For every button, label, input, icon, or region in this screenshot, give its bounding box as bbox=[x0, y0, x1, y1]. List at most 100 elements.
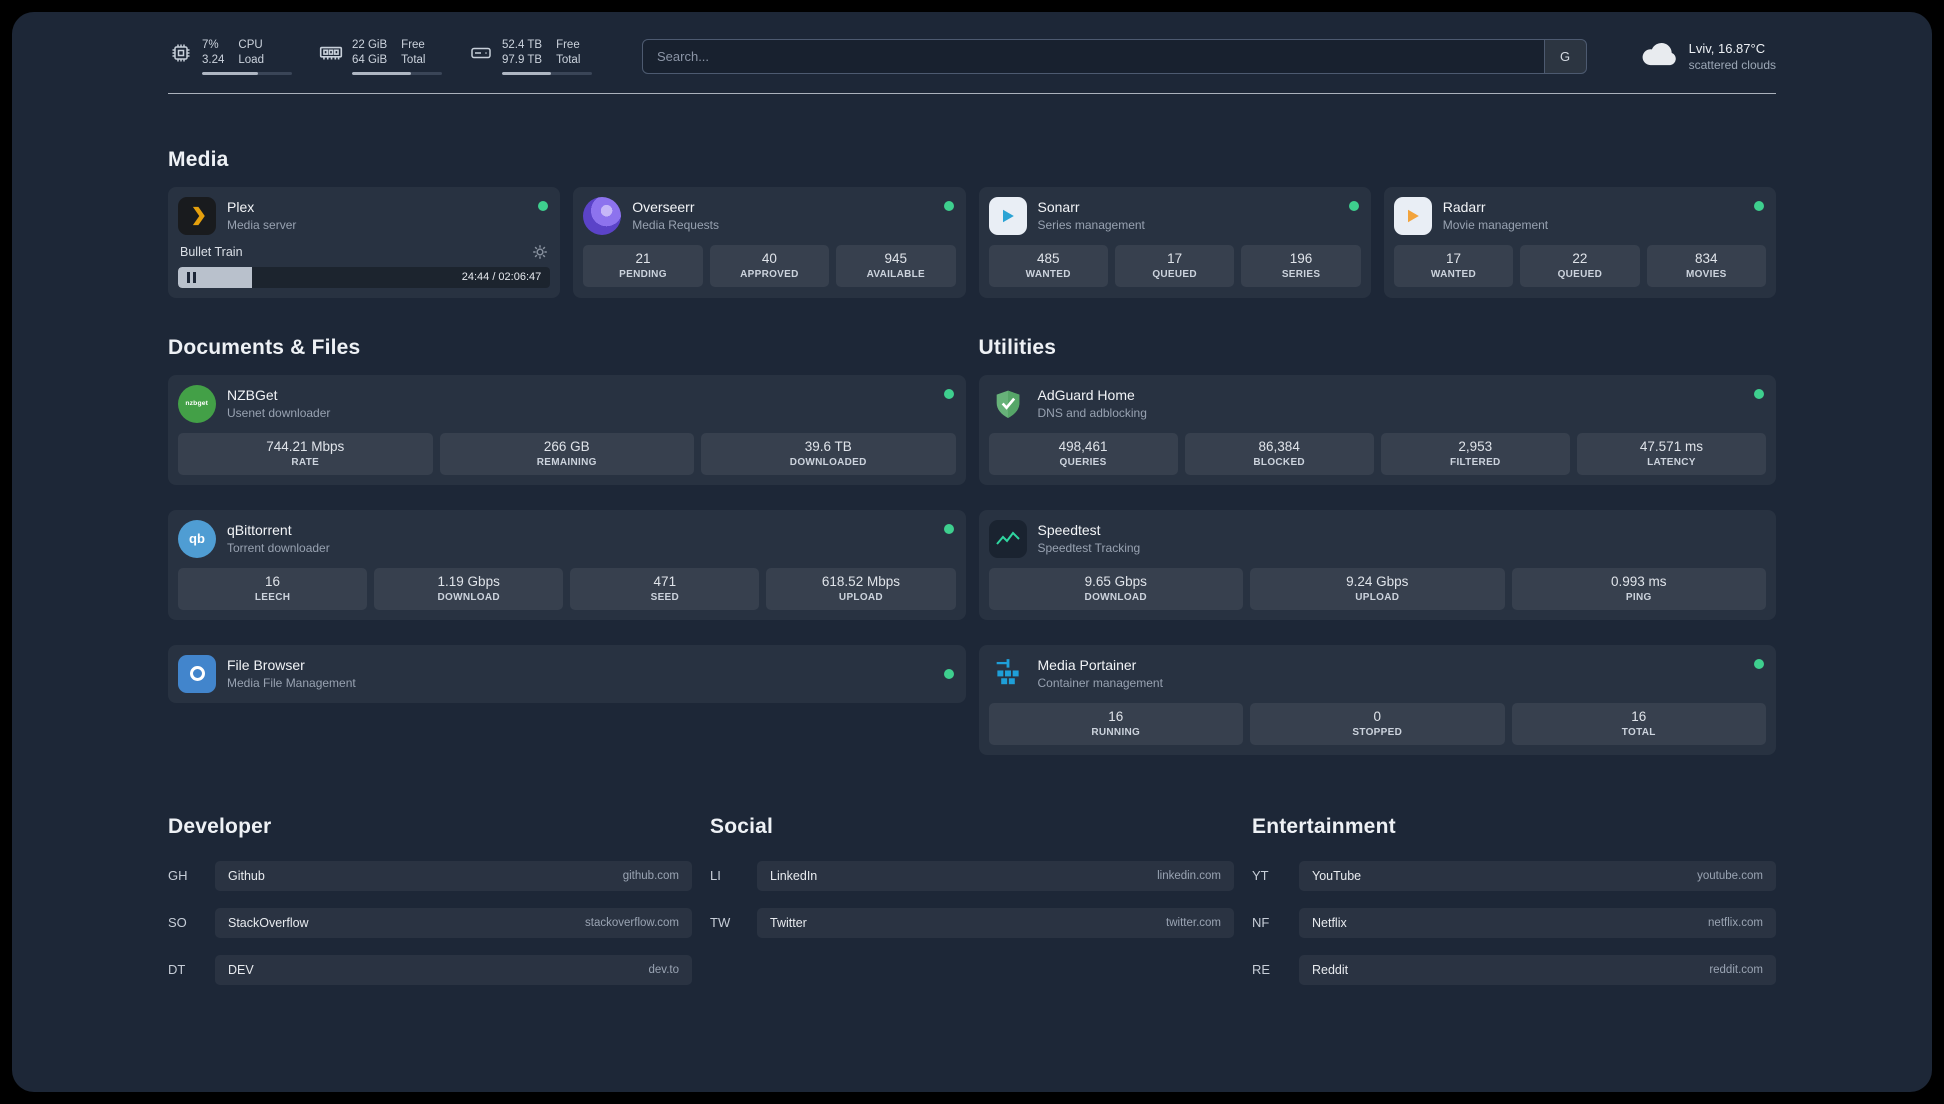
stat-queries: 498,461 QUERIES bbox=[988, 432, 1178, 475]
section-title-documents: Documents & Files bbox=[168, 335, 361, 359]
section-utilities: Utilities AdGuard Home DNS and adblockin… bbox=[978, 336, 1776, 755]
bookmark-url: linkedin.com bbox=[1157, 869, 1221, 882]
memory-icon bbox=[318, 40, 344, 66]
disk-free: 52.4 TB bbox=[502, 39, 543, 51]
bookmark-netflix[interactable]: Netflix netflix.com bbox=[1299, 907, 1776, 938]
bookmark-name: Reddit bbox=[1312, 962, 1349, 977]
bookmark-reddit[interactable]: Reddit reddit.com bbox=[1299, 954, 1776, 985]
service-card-portainer[interactable]: Media Portainer Container management 16 … bbox=[978, 644, 1776, 755]
service-name: qBittorrent bbox=[227, 522, 292, 539]
bookmark-name: YouTube bbox=[1312, 868, 1362, 883]
bookmark-abbr: SO bbox=[168, 915, 187, 931]
stat-label: DOWNLOAD bbox=[1084, 591, 1147, 603]
stat-approved: 40 APPROVED bbox=[709, 244, 830, 287]
plex-icon bbox=[178, 196, 216, 235]
stat-value: 196 bbox=[1289, 250, 1313, 266]
bookmark-name: Twitter bbox=[770, 915, 807, 930]
section-title-entertainment: Entertainment bbox=[1252, 814, 1396, 838]
stat-value: 40 bbox=[761, 250, 777, 266]
stat-queued: 22 QUEUED bbox=[1520, 244, 1640, 287]
stat-label: QUEUED bbox=[1152, 268, 1197, 280]
service-card-overseerr[interactable]: Overseerr Media Requests 21 PENDING 40 A… bbox=[573, 186, 966, 298]
stat-value: 16 bbox=[265, 573, 281, 589]
stat-value: 22 bbox=[1572, 250, 1588, 266]
stat-label: DOWNLOADED bbox=[789, 456, 867, 468]
disk-label-top: Free bbox=[556, 39, 580, 51]
stat-available: 945 AVAILABLE bbox=[836, 244, 956, 287]
service-card-nzbget[interactable]: nzbget NZBGet Usenet downloader 744.21 M… bbox=[168, 374, 966, 485]
bookmark-name: DEV bbox=[228, 962, 254, 977]
search-provider-button[interactable]: G bbox=[1543, 39, 1586, 73]
stat-label: WANTED bbox=[1430, 268, 1477, 280]
stat-value: 17 bbox=[1445, 250, 1461, 266]
bookmark-name: Netflix bbox=[1312, 915, 1347, 930]
service-card-speedtest[interactable]: Speedtest Speedtest Tracking 9.65 Gbps D… bbox=[978, 509, 1776, 620]
bookmark-url: netflix.com bbox=[1708, 916, 1763, 929]
service-card-sonarr[interactable]: Sonarr Series management 485 WANTED 17 Q… bbox=[978, 186, 1371, 298]
status-dot bbox=[943, 388, 954, 399]
bookmark-url: reddit.com bbox=[1709, 963, 1763, 976]
service-name: File Browser bbox=[227, 657, 305, 674]
bookmark-youtube[interactable]: YouTube youtube.com bbox=[1299, 860, 1776, 891]
stat-label: DOWNLOAD bbox=[437, 591, 500, 603]
memory-label-top: Free bbox=[401, 39, 425, 51]
bookmark-url: twitter.com bbox=[1166, 916, 1221, 929]
bookmarks-developer: Developer GH Github github.com SO StackO… bbox=[168, 815, 692, 1002]
gear-icon[interactable] bbox=[532, 244, 548, 260]
stat-label: BLOCKED bbox=[1253, 456, 1305, 468]
stat-movies: 834 MOVIES bbox=[1646, 244, 1767, 287]
cpu-load: 3.24 bbox=[202, 54, 225, 67]
cpu-icon bbox=[168, 40, 194, 66]
stat-label: LEECH bbox=[254, 591, 291, 603]
service-card-adguard[interactable]: AdGuard Home DNS and adblocking 498,461 … bbox=[978, 374, 1776, 485]
service-card-plex[interactable]: Plex Media server Bullet Train 24:44 / 0… bbox=[168, 186, 561, 298]
status-dot bbox=[1348, 200, 1359, 211]
bookmark-stackoverflow[interactable]: StackOverflow stackoverflow.com bbox=[215, 907, 692, 938]
service-card-filebrowser[interactable]: File Browser Media File Management bbox=[168, 644, 966, 703]
stat-filtered: 2,953 FILTERED bbox=[1380, 432, 1570, 475]
bookmark-dev[interactable]: DEV dev.to bbox=[215, 954, 692, 985]
stat-remaining: 266 GB REMAINING bbox=[439, 432, 694, 475]
stat-value: 16 bbox=[1631, 708, 1647, 724]
dashboard: 7% CPU 3.24 Load 22 GiB Free 64 GiB Tota… bbox=[12, 12, 1932, 1092]
weather-widget[interactable]: Lviv, 16.87°C scattered clouds bbox=[1641, 39, 1776, 74]
stat-value: 485 bbox=[1036, 250, 1060, 266]
stat-label: MOVIES bbox=[1685, 268, 1727, 280]
pause-icon[interactable] bbox=[187, 271, 196, 283]
stat-value: 618.52 Mbps bbox=[821, 573, 900, 589]
stat-stopped: 0 STOPPED bbox=[1250, 702, 1505, 745]
stat-total: 16 TOTAL bbox=[1511, 702, 1766, 745]
stat-seed: 471 SEED bbox=[570, 567, 760, 610]
stat-label: REMAINING bbox=[536, 456, 597, 468]
now-playing-title: Bullet Train bbox=[180, 244, 243, 259]
status-dot bbox=[943, 668, 954, 679]
stat-wanted: 17 WANTED bbox=[1393, 244, 1514, 287]
stat-value: 9.65 Gbps bbox=[1084, 573, 1147, 589]
stat-label: UPLOAD bbox=[1355, 591, 1400, 603]
stat-label: AVAILABLE bbox=[866, 268, 926, 280]
bookmark-github[interactable]: Github github.com bbox=[215, 860, 692, 891]
bookmark-linkedin[interactable]: LinkedIn linkedin.com bbox=[757, 860, 1234, 891]
cpu-label-bottom: Load bbox=[238, 54, 264, 67]
service-card-radarr[interactable]: Radarr Movie management 17 WANTED 22 QUE… bbox=[1383, 186, 1776, 298]
status-dot bbox=[943, 200, 954, 211]
service-card-qbittorrent[interactable]: qb qBittorrent Torrent downloader 16 LEE… bbox=[168, 509, 966, 620]
disk-icon bbox=[468, 40, 494, 66]
bookmark-name: Github bbox=[228, 868, 265, 883]
memory-bar bbox=[352, 71, 442, 75]
playback-bar: 24:44 / 02:06:47 bbox=[178, 266, 551, 288]
service-name: Overseerr bbox=[632, 199, 695, 216]
qbittorrent-icon-text: qb bbox=[189, 531, 205, 547]
stat-wanted: 485 WANTED bbox=[988, 244, 1108, 287]
stat-value: 0.993 ms bbox=[1610, 573, 1667, 589]
bookmark-twitter[interactable]: Twitter twitter.com bbox=[757, 907, 1234, 938]
bookmarks-social: Social LI LinkedIn linkedin.com TW Twitt… bbox=[710, 815, 1234, 1002]
bookmark-url: youtube.com bbox=[1697, 869, 1763, 882]
stat-value: 17 bbox=[1167, 250, 1183, 266]
service-name: Plex bbox=[227, 199, 255, 216]
cpu-widget: 7% CPU 3.24 Load bbox=[168, 38, 292, 75]
stat-value: 2,953 bbox=[1458, 438, 1493, 454]
search-input[interactable] bbox=[643, 39, 1544, 73]
service-name: AdGuard Home bbox=[1037, 387, 1135, 404]
service-subtitle: Media File Management bbox=[227, 676, 356, 691]
